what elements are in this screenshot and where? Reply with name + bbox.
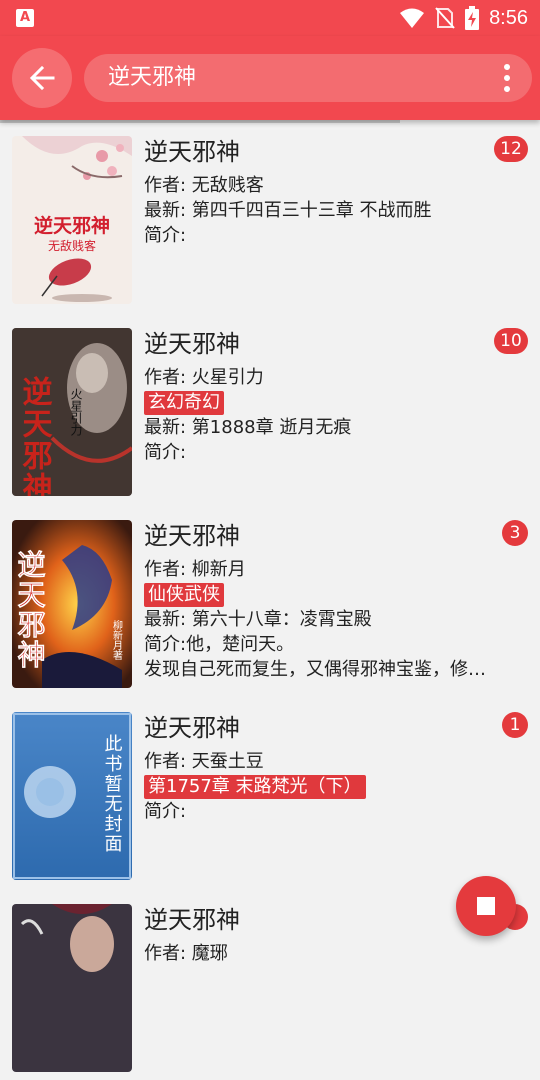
cover-author-text: 无敌贱客: [48, 238, 96, 253]
list-item[interactable]: 逆天邪神 无敌贱客 逆天邪神 作者: 无敌贱客 最新: 第四千四百三十三章 不战…: [0, 120, 540, 312]
book-intro-continued: 发现自己死而复生，又偶得邪神宝鉴，修…: [144, 659, 486, 680]
list-item[interactable]: 逆天邪神 柳新月著 逆天邪神 作者: 柳新月 仙侠武侠 最新: 第六十八章：凌霄…: [0, 504, 540, 696]
unread-count-badge: 3: [502, 520, 528, 546]
app-notification-icon: A: [16, 9, 34, 27]
search-field[interactable]: 逆天邪神: [84, 54, 532, 102]
book-title: 逆天邪神: [144, 330, 240, 358]
wifi-icon: [400, 8, 425, 28]
book-author: 作者: 天蚕土豆: [144, 751, 264, 772]
no-sim-icon: [435, 7, 455, 29]
app-toolbar: 逆天邪神: [0, 36, 540, 120]
book-author: 作者: 魔琊: [144, 943, 228, 964]
book-cover: 此书暂无封面: [12, 712, 132, 880]
genre-tag: 仙侠武侠: [144, 583, 224, 607]
book-result-list: 逆天邪神 无敌贱客 逆天邪神 作者: 无敌贱客 最新: 第四千四百三十三章 不战…: [0, 120, 540, 1080]
book-intro: 简介:: [144, 442, 187, 463]
book-latest-chapter: 最新: 第六十八章：凌霄宝殿: [144, 609, 372, 630]
overflow-menu-button[interactable]: [494, 64, 520, 92]
book-author: 作者: 柳新月: [144, 559, 246, 580]
book-intro: 简介:他，楚问天。: [144, 634, 295, 655]
book-cover: 逆天邪神 无敌贱客: [12, 136, 132, 304]
book-latest-chapter: 最新: 第四千四百三十三章 不战而胜: [144, 200, 432, 221]
unread-count-badge: 12: [494, 136, 528, 162]
status-icons: 8:56: [399, 4, 528, 32]
cover-author-text: 柳新月著: [111, 619, 123, 660]
latest-chapter-tag: 第1757章 末路梵光（下）: [144, 775, 366, 799]
book-cover: 逆天邪神 火星引力: [12, 328, 132, 496]
unread-count-badge: 1: [502, 712, 528, 738]
book-title: 逆天邪神: [144, 522, 240, 550]
status-bar: A 8:56: [0, 0, 540, 36]
book-cover: 逆天邪神 柳新月著: [12, 520, 132, 688]
book-latest-chapter: 最新: 第1888章 逝月无痕: [144, 417, 352, 438]
book-intro: 简介:: [144, 225, 187, 246]
book-author: 作者: 火星引力: [144, 367, 264, 388]
book-author: 作者: 无敌贱客: [144, 175, 264, 196]
loading-progress: [0, 120, 400, 123]
book-title: 逆天邪神: [144, 906, 240, 934]
stop-icon: [477, 897, 495, 915]
back-button[interactable]: [12, 48, 72, 108]
book-cover: [12, 904, 132, 1072]
book-intro: 简介:: [144, 801, 187, 822]
cover-title-text: 此书暂无封面: [102, 734, 123, 854]
more-vert-icon: [504, 64, 510, 70]
arrow-back-icon: [29, 65, 55, 91]
unread-count-badge: 10: [494, 328, 528, 354]
cover-title-text: 逆天邪神: [14, 549, 47, 670]
list-item[interactable]: 此书暂无封面 逆天邪神 作者: 天蚕土豆 第1757章 末路梵光（下） 简介: …: [0, 696, 540, 888]
book-title: 逆天邪神: [144, 138, 240, 166]
book-title: 逆天邪神: [144, 714, 240, 742]
cover-title-text: 逆天邪神: [34, 214, 110, 237]
cover-title-text: 逆天邪神: [17, 375, 53, 496]
list-item[interactable]: 逆天邪神 火星引力 逆天邪神 作者: 火星引力 玄幻奇幻 最新: 第1888章 …: [0, 312, 540, 504]
genre-tag: 玄幻奇幻: [144, 391, 224, 415]
stop-search-button[interactable]: [456, 876, 516, 936]
search-query-text: 逆天邪神: [108, 65, 197, 90]
cover-author-text: 火星引力: [69, 388, 83, 437]
battery-charging-icon: [465, 6, 480, 30]
clock: 8:56: [489, 6, 528, 29]
